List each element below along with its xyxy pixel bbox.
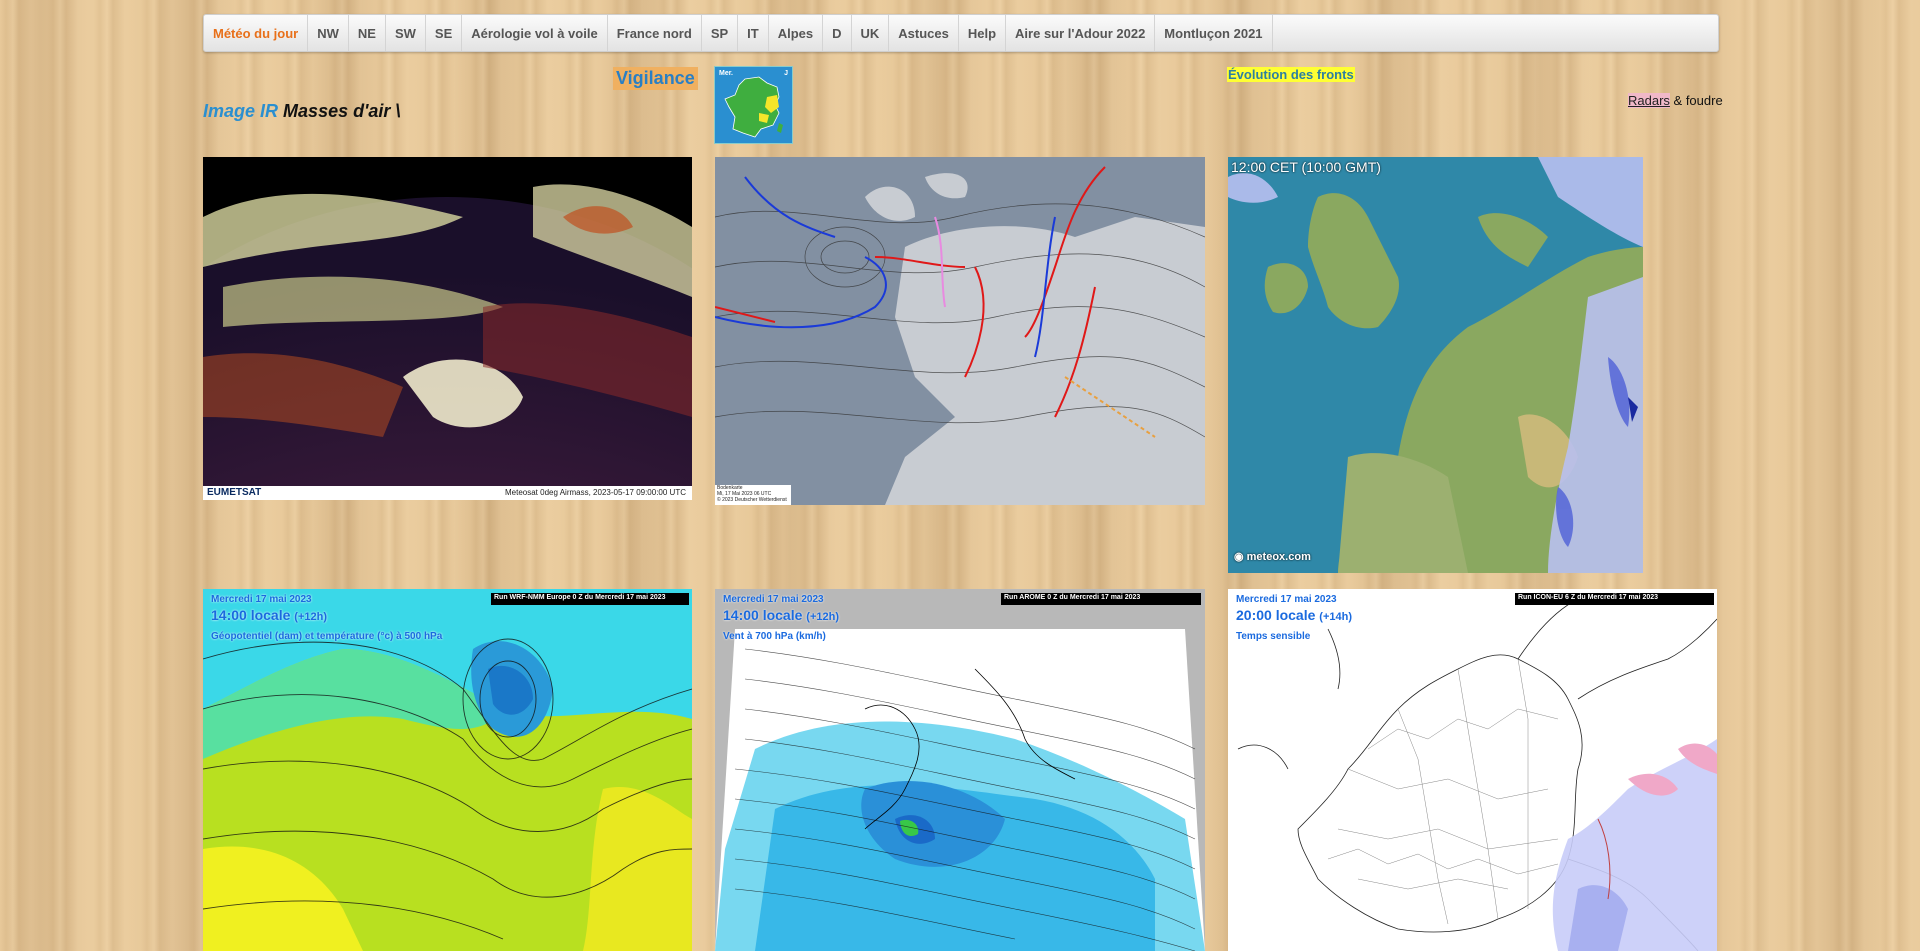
- france-map-icon: [724, 76, 783, 138]
- icon-weather-graphic: [1228, 589, 1717, 951]
- meteox-logo-icon: ◉: [1234, 551, 1247, 563]
- radars-line: Radars & foudre: [1628, 93, 1723, 108]
- fronts-footer: Bodenkarte Mi, 17 Mai 2023 06 UTC © 2023…: [717, 485, 787, 503]
- nav-sw[interactable]: SW: [386, 15, 426, 51]
- wrf-field: Géopotentiel (dam) et température (°c) à…: [211, 631, 443, 642]
- radar-image[interactable]: 12:00 CET (10:00 GMT) ◉ meteox.com: [1228, 157, 1643, 573]
- nav-help[interactable]: Help: [959, 15, 1007, 51]
- eumetsat-logo: EUMETSAT: [207, 487, 262, 498]
- image-ir-link[interactable]: Image IR: [203, 101, 278, 121]
- arome-wind-graphic: [715, 589, 1205, 951]
- nav-meteo-du-jour[interactable]: Météo du jour: [204, 15, 309, 51]
- nav-ne[interactable]: NE: [349, 15, 386, 51]
- icon-hour: 20:00 locale (+14h): [1236, 607, 1352, 623]
- nav-aire-sur-adour[interactable]: Aire sur l'Adour 2022: [1006, 15, 1156, 51]
- nav-france-nord[interactable]: France nord: [608, 15, 702, 51]
- icon-field: Temps sensible: [1236, 631, 1311, 642]
- airmass-satellite-graphic: [203, 157, 692, 500]
- wrf-run: Run WRF-NMM Europe 0 Z du Mercredi 17 ma…: [494, 594, 666, 601]
- vigilance-map-thumbnail[interactable]: Mer. J: [714, 66, 793, 144]
- arome-run: Run AROME 0 Z du Mercredi 17 mai 2023: [1004, 594, 1141, 601]
- wrf-geopotential-graphic: [203, 589, 692, 951]
- fronts-link[interactable]: Évolution des fronts: [1227, 67, 1355, 82]
- vigilance-map-label-right: J: [784, 70, 788, 77]
- masses-air-label: Masses d'air \: [283, 101, 401, 121]
- nav-nw[interactable]: NW: [308, 15, 349, 51]
- main-nav: Météo du jour NW NE SW SE Aérologie vol …: [203, 14, 1719, 52]
- nav-it[interactable]: IT: [738, 15, 769, 51]
- nav-uk[interactable]: UK: [852, 15, 890, 51]
- arome-field: Vent à 700 hPa (km/h): [723, 631, 826, 642]
- radar-graphic: [1228, 157, 1643, 573]
- arome-hour: 14:00 locale (+12h): [723, 607, 839, 623]
- arome-wind-image[interactable]: Mercredi 17 mai 2023 14:00 locale (+12h)…: [715, 589, 1205, 951]
- radar-time: 12:00 CET (10:00 GMT): [1231, 159, 1381, 175]
- arome-date: Mercredi 17 mai 2023: [723, 594, 824, 605]
- nav-d[interactable]: D: [823, 15, 852, 51]
- wrf-geopotential-image[interactable]: Mercredi 17 mai 2023 14:00 locale (+12h)…: [203, 589, 692, 951]
- airmass-satellite-image[interactable]: EUMETSAT Meteosat 0deg Airmass, 2023-05-…: [203, 157, 692, 500]
- icon-weather-image[interactable]: Mercredi 17 mai 2023 20:00 locale (+14h)…: [1228, 589, 1717, 951]
- nav-alpes[interactable]: Alpes: [769, 15, 824, 51]
- vigilance-map-label-left: Mer.: [719, 70, 734, 77]
- fronts-analysis-image[interactable]: Bodenkarte Mi, 17 Mai 2023 06 UTC © 2023…: [715, 157, 1205, 505]
- vigilance-link[interactable]: Vigilance: [613, 67, 698, 90]
- airmass-caption: Meteosat 0deg Airmass, 2023-05-17 09:00:…: [505, 488, 686, 497]
- nav-montlucon[interactable]: Montluçon 2021: [1155, 15, 1273, 51]
- wrf-date: Mercredi 17 mai 2023: [211, 594, 312, 605]
- section-title: Image IR Masses d'air \: [203, 101, 400, 122]
- meteox-brand: ◉ meteox.com: [1234, 551, 1311, 563]
- foudre-label: & foudre: [1669, 93, 1723, 108]
- radars-link[interactable]: Radars: [1628, 93, 1670, 108]
- icon-date: Mercredi 17 mai 2023: [1236, 594, 1337, 605]
- icon-run: Run ICON-EU 6 Z du Mercredi 17 mai 2023: [1518, 594, 1659, 601]
- wrf-hour: 14:00 locale (+12h): [211, 607, 327, 623]
- nav-aerologie[interactable]: Aérologie vol à voile: [462, 15, 608, 51]
- fronts-analysis-graphic: [715, 157, 1205, 505]
- nav-astuces[interactable]: Astuces: [889, 15, 959, 51]
- nav-sp[interactable]: SP: [702, 15, 739, 51]
- nav-se[interactable]: SE: [426, 15, 463, 51]
